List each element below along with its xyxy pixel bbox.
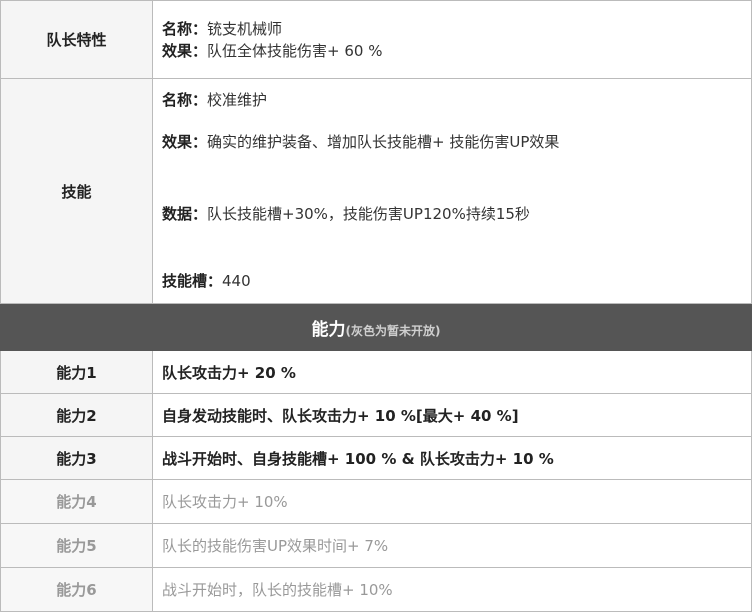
skill-slot-key: 技能槽： (162, 272, 223, 290)
skill-content-inner: 名称：校准维护 效果：确实的维护装备、增加队长技能槽+ 技能伤害UP效果 数据：… (162, 79, 751, 303)
captain-label: 队长特性 (0, 0, 153, 79)
skill-row: 技能 名称：校准维护 效果：确实的维护装备、增加队长技能槽+ 技能伤害UP效果 … (0, 78, 752, 304)
info-table: 队长特性 名称：铳支机械师 效果：队伍全体技能伤害+ 60 % 技能 名称：校准… (0, 0, 752, 612)
skill-data-key: 数据： (162, 205, 208, 223)
ability-text: 自身发动技能时、队长攻击力+ 10 %[最大+ 40 %] (152, 393, 752, 437)
ability-label: 能力5 (0, 523, 153, 568)
skill-data-value: 队长技能槽+30%，技能伤害UP120%持续15秒 (207, 205, 530, 223)
captain-content: 名称：铳支机械师 效果：队伍全体技能伤害+ 60 % (152, 0, 752, 79)
captain-name-key: 名称： (162, 19, 208, 38)
ability-text: 队长攻击力+ 20 % (152, 350, 752, 394)
ability-row-locked: 能力4 队长攻击力+ 10% (0, 479, 752, 524)
skill-effect: 效果：确实的维护装备、增加队长技能槽+ 技能伤害UP效果 (162, 131, 559, 153)
skill-name-key: 名称： (162, 91, 208, 109)
skill-name-value: 校准维护 (207, 91, 268, 109)
skill-effect-key: 效果： (162, 133, 208, 151)
ability-label: 能力3 (0, 436, 153, 480)
skill-content: 名称：校准维护 效果：确实的维护装备、增加队长技能槽+ 技能伤害UP效果 数据：… (152, 78, 752, 304)
skill-slot: 技能槽：440 (162, 270, 251, 292)
abilities-subtitle: (灰色为暂未开放) (345, 323, 441, 338)
ability-text: 战斗开始时、自身技能槽+ 100 % & 队长攻击力+ 10 % (152, 436, 752, 480)
captain-row: 队长特性 名称：铳支机械师 效果：队伍全体技能伤害+ 60 % (0, 0, 752, 79)
skill-label: 技能 (0, 78, 153, 304)
skill-name: 名称：校准维护 (162, 89, 267, 111)
ability-label: 能力6 (0, 567, 153, 612)
ability-text: 队长攻击力+ 10% (152, 479, 752, 524)
ability-row: 能力1 队长攻击力+ 20 % (0, 350, 752, 394)
ability-label: 能力1 (0, 350, 153, 394)
abilities-title: 能力 (311, 319, 346, 340)
ability-row-locked: 能力5 队长的技能伤害UP效果时间+ 7% (0, 523, 752, 568)
ability-row: 能力3 战斗开始时、自身技能槽+ 100 % & 队长攻击力+ 10 % (0, 436, 752, 480)
captain-effect-value: 队伍全体技能伤害+ 60 % (207, 41, 383, 60)
ability-text: 战斗开始时，队长的技能槽+ 10% (152, 567, 752, 612)
captain-name: 名称：铳支机械师 (162, 18, 751, 40)
captain-effect-key: 效果： (162, 41, 208, 60)
skill-effect-value: 确实的维护装备、增加队长技能槽+ 技能伤害UP效果 (207, 133, 560, 151)
abilities-header-row: 能力(灰色为暂未开放) (0, 303, 752, 351)
ability-row: 能力2 自身发动技能时、队长攻击力+ 10 %[最大+ 40 %] (0, 393, 752, 437)
ability-label: 能力2 (0, 393, 153, 437)
captain-name-value: 铳支机械师 (207, 19, 283, 38)
ability-row-locked: 能力6 战斗开始时，队长的技能槽+ 10% (0, 567, 752, 612)
abilities-header: 能力(灰色为暂未开放) (0, 303, 752, 351)
skill-data: 数据：队长技能槽+30%，技能伤害UP120%持续15秒 (162, 203, 530, 225)
ability-text: 队长的技能伤害UP效果时间+ 7% (152, 523, 752, 568)
ability-label: 能力4 (0, 479, 153, 524)
captain-effect: 效果：队伍全体技能伤害+ 60 % (162, 40, 751, 62)
skill-slot-value: 440 (222, 272, 251, 290)
